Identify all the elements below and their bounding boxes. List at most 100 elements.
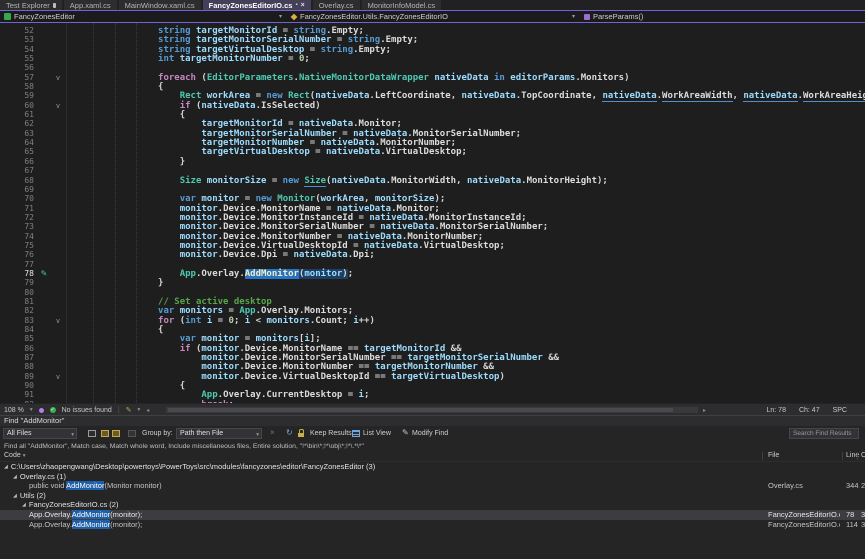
list-view-toggle[interactable]: List View xyxy=(363,430,391,437)
zoom-level[interactable]: 108 % xyxy=(4,407,24,414)
copy-icon[interactable] xyxy=(88,430,96,437)
code-line-53[interactable]: 53 string targetMonitorSerialNumber = st… xyxy=(0,35,865,44)
tab-fancyzoneseditorio-cs[interactable]: FancyZonesEditorIO.cs▪× xyxy=(203,0,311,10)
code-line-68[interactable]: 68 Size monitorSize = new Size(nativeDat… xyxy=(0,176,865,185)
tree-expand-icon[interactable]: ◢ xyxy=(4,463,8,472)
code-line-71[interactable]: 71 monitor.Device.MonitorName = nativeDa… xyxy=(0,204,865,213)
code-line-58[interactable]: 58 { xyxy=(0,82,865,91)
code-line-63[interactable]: 63 targetMonitorSerialNumber = nativeDat… xyxy=(0,129,865,138)
clear-results-icon[interactable] xyxy=(128,430,136,437)
code-line-85[interactable]: 85 var monitor = monitors[i]; xyxy=(0,334,865,343)
chevron-down-icon[interactable]: ▾ xyxy=(572,13,575,20)
project-dropdown[interactable]: FancyZonesEditor ▾ xyxy=(0,11,287,22)
code-line-91[interactable]: 91 App.Overlay.CurrentDesktop = i; xyxy=(0,390,865,399)
horizontal-scrollbar[interactable] xyxy=(166,407,698,413)
find-folder-row[interactable]: ◢FancyZonesEditorIO.cs (2) xyxy=(0,500,865,510)
code-line-52[interactable]: 52 string targetMonitorId = string.Empty… xyxy=(0,26,865,35)
chevron-down-icon[interactable]: ▾ xyxy=(279,13,282,20)
code-line-55[interactable]: 55 int targetMonitorNumber = 0; xyxy=(0,54,865,63)
code-line-76[interactable]: 76 monitor.Device.Dpi = nativeData.Dpi; xyxy=(0,250,865,259)
code-line-86[interactable]: 86 if (monitor.Device.MonitorName == tar… xyxy=(0,344,865,353)
code-line-75[interactable]: 75 monitor.Device.VirtualDesktopId = nat… xyxy=(0,241,865,250)
code-line-70[interactable]: 70 var monitor = new Monitor(workArea, m… xyxy=(0,194,865,203)
close-icon[interactable]: × xyxy=(270,428,275,437)
code-line-65[interactable]: 65 targetVirtualDesktop = nativeData.Vir… xyxy=(0,147,865,156)
refresh-icon[interactable]: ↻ xyxy=(286,428,293,437)
code-line-82[interactable]: 82 var monitors = App.Overlay.Monitors; xyxy=(0,306,865,315)
fold-chevron-icon[interactable]: v xyxy=(52,317,64,326)
keep-results-toggle[interactable]: Keep Results xyxy=(310,430,352,437)
issues-status[interactable]: No issues found xyxy=(62,407,112,414)
fold-chevron-icon[interactable]: v xyxy=(52,74,64,83)
code-line-78[interactable]: 78✎ App.Overlay.AddMonitor(monitor); xyxy=(0,269,865,278)
code-line-84[interactable]: 84 { xyxy=(0,325,865,334)
scroll-right-icon[interactable]: ▸ xyxy=(703,407,706,414)
result-file: FancyZonesEditorIO.cs xyxy=(768,510,840,520)
file-column-header[interactable]: File xyxy=(768,451,779,461)
tree-expand-icon[interactable]: ◢ xyxy=(22,501,26,510)
tab-monitorinfomodel-cs[interactable]: MonitorInfoModel.cs xyxy=(362,0,442,10)
pin-icon[interactable] xyxy=(53,3,56,8)
code-line-81[interactable]: 81 // Set active desktop xyxy=(0,297,865,306)
code-line-74[interactable]: 74 monitor.Device.MonitorNumber = native… xyxy=(0,232,865,241)
find-folder-row[interactable]: ◢Overlay.cs (1) xyxy=(0,472,865,482)
line-number: 58 xyxy=(0,82,36,91)
tab-test-explorer[interactable]: Test Explorer xyxy=(0,0,62,10)
code-editor[interactable]: 52 string targetMonitorId = string.Empty… xyxy=(0,23,865,403)
pencil-icon[interactable]: ✎ xyxy=(126,406,132,414)
code-line-88[interactable]: 88 monitor.Device.MonitorNumber == targe… xyxy=(0,362,865,371)
tab-app-xaml-cs[interactable]: App.xaml.cs xyxy=(64,0,117,10)
find-result-row[interactable]: App.Overlay.AddMonitor(monitor);FancyZon… xyxy=(0,520,865,530)
code-line-57[interactable]: 57v foreach (EditorParameters.NativeMoni… xyxy=(0,73,865,82)
code-line-62[interactable]: 62 targetMonitorId = nativeData.Monitor; xyxy=(0,119,865,128)
find-result-row[interactable]: public void AddMonitor(Monitor monitor)O… xyxy=(0,481,865,491)
find-folder-row[interactable]: ◢C:\Users\zhaopengwang\Desktop\powertoys… xyxy=(0,462,865,472)
code-line-87[interactable]: 87 monitor.Device.MonitorSerialNumber ==… xyxy=(0,353,865,362)
code-line-59[interactable]: 59 Rect workArea = new Rect(nativeData.L… xyxy=(0,91,865,100)
code-line-54[interactable]: 54 string targetVirtualDesktop = string.… xyxy=(0,45,865,54)
fold-chevron-icon[interactable]: v xyxy=(52,102,64,111)
code-column-header[interactable]: Code ▾ xyxy=(4,451,25,461)
code-line-56[interactable]: 56 xyxy=(0,63,865,72)
expand-all-icon[interactable] xyxy=(101,430,109,437)
code-line-89[interactable]: 89v monitor.Device.VirtualDesktopId == t… xyxy=(0,372,865,381)
tree-expand-icon[interactable]: ◢ xyxy=(13,492,17,501)
tab-overlay-cs[interactable]: Overlay.cs xyxy=(313,0,360,10)
search-find-results-input[interactable] xyxy=(789,428,859,439)
collapse-all-icon[interactable] xyxy=(112,430,120,437)
scrollbar-thumb[interactable] xyxy=(168,408,673,412)
code-line-83[interactable]: 83v for (int i = 0; i < monitors.Count; … xyxy=(0,316,865,325)
chevron-down-icon[interactable]: ▾ xyxy=(138,407,141,413)
member-dropdown[interactable]: ParseParams() xyxy=(580,11,865,22)
code-line-66[interactable]: 66 } xyxy=(0,157,865,166)
scroll-left-icon[interactable]: ◂ xyxy=(146,407,149,414)
line-number: 56 xyxy=(0,63,36,72)
indent-mode[interactable]: SPC xyxy=(833,407,847,414)
type-dropdown[interactable]: FancyZonesEditor.Utils.FancyZonesEditorI… xyxy=(287,11,580,22)
col-column-header[interactable]: C xyxy=(861,451,865,461)
find-result-row[interactable]: App.Overlay.AddMonitor(monitor);FancyZon… xyxy=(0,510,865,520)
code-line-72[interactable]: 72 monitor.Device.MonitorInstanceId = na… xyxy=(0,213,865,222)
find-folder-row[interactable]: ◢Utils (2) xyxy=(0,491,865,501)
code-line-80[interactable]: 80 xyxy=(0,288,865,297)
code-line-90[interactable]: 90 { xyxy=(0,381,865,390)
chevron-down-icon: ▾ xyxy=(256,431,259,440)
scope-dropdown[interactable]: All Files ▾ xyxy=(3,428,77,439)
code-line-77[interactable]: 77 xyxy=(0,260,865,269)
tab-mainwindow-xaml-cs[interactable]: MainWindow.xaml.cs xyxy=(119,0,201,10)
chevron-down-icon[interactable]: ▾ xyxy=(30,407,33,413)
list-view-icon[interactable] xyxy=(352,430,360,437)
code-line-60[interactable]: 60v if (nativeData.IsSelected) xyxy=(0,101,865,110)
close-icon[interactable]: × xyxy=(301,2,305,9)
code-line-73[interactable]: 73 monitor.Device.MonitorSerialNumber = … xyxy=(0,222,865,231)
tab-label: App.xaml.cs xyxy=(70,1,111,10)
modify-find-button[interactable]: Modify Find xyxy=(412,430,448,437)
tree-expand-icon[interactable]: ◢ xyxy=(13,473,17,482)
health-indicator-icon[interactable] xyxy=(39,408,44,413)
code-line-79[interactable]: 79 } xyxy=(0,278,865,287)
group-by-value: Path then File xyxy=(180,430,223,437)
group-by-dropdown[interactable]: Path then File ▾ xyxy=(176,428,262,439)
code-line-67[interactable]: 67 xyxy=(0,166,865,175)
code-line-69[interactable]: 69 xyxy=(0,185,865,194)
fold-chevron-icon[interactable]: v xyxy=(52,373,64,382)
